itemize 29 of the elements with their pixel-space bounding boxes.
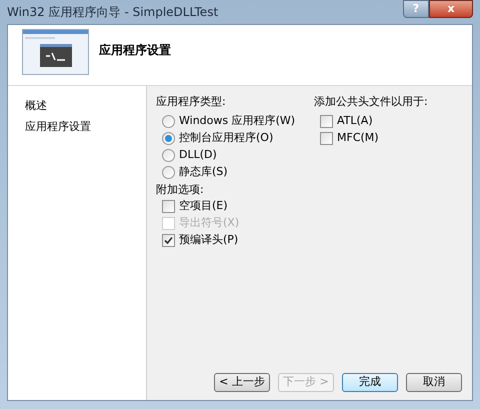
checkmark-icon	[164, 236, 173, 245]
checkbox[interactable]	[320, 114, 333, 128]
wizard-button[interactable]: 取消	[406, 373, 462, 392]
checkbox-label: MFC(M)	[337, 130, 379, 146]
radio-label: Windows 应用程序(W)	[179, 112, 296, 129]
group-label: 附加选项:	[156, 182, 205, 198]
wizard-button[interactable]: < 上一步	[214, 373, 270, 392]
group-label: 应用程序类型:	[156, 94, 227, 110]
checkbox[interactable]	[162, 234, 175, 247]
checkbox[interactable]	[320, 132, 333, 144]
sidebar-item[interactable]: 概述	[25, 98, 146, 114]
radio-button[interactable]	[162, 132, 175, 144]
console-app-icon	[22, 29, 89, 75]
page-title: 应用程序设置	[99, 42, 171, 59]
window-title: Win32 应用程序向导 - SimpleDLLTest	[7, 4, 218, 21]
checkbox-label: 空项目(E)	[179, 198, 228, 214]
radio-label: 静态库(S)	[179, 164, 228, 180]
radio-button[interactable]	[162, 114, 175, 128]
radio-label: DLL(D)	[179, 146, 217, 163]
checkbox-label: ATL(A)	[337, 112, 373, 129]
group-label: 添加公共头文件以用于:	[314, 94, 428, 110]
wizard-button[interactable]: 完成	[342, 373, 398, 392]
radio-label: 控制台应用程序(O)	[179, 130, 274, 146]
checkbox[interactable]	[162, 200, 175, 213]
sidebar-item[interactable]: 应用程序设置	[25, 118, 146, 135]
radio-button[interactable]	[162, 166, 175, 178]
radio-button[interactable]	[162, 148, 175, 162]
checkbox-label: 导出符号(X)	[179, 215, 240, 232]
checkbox-label: 预编译头(P)	[179, 232, 238, 248]
